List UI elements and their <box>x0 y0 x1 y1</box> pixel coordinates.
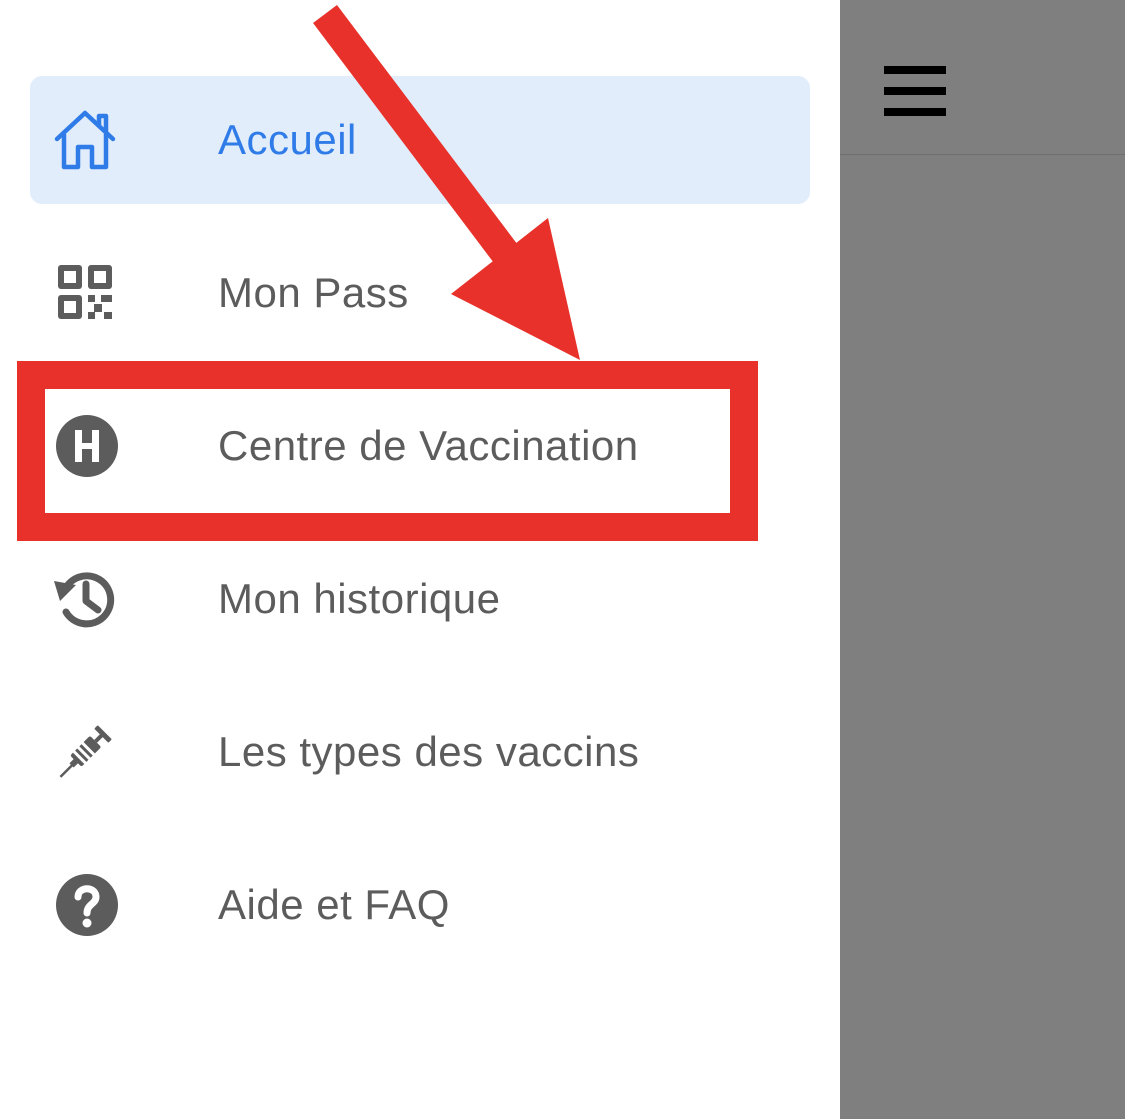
home-icon <box>52 108 118 172</box>
hamburger-menu-icon[interactable] <box>884 62 946 116</box>
menu-item-centre-de-vaccination[interactable]: Centre de Vaccination <box>30 382 810 510</box>
menu-item-label: Mon Pass <box>218 269 409 316</box>
menu-item-label: Les types des vaccins <box>218 728 640 775</box>
dimmed-backdrop[interactable] <box>840 0 1125 1119</box>
menu-item-mon-historique[interactable]: Mon historique <box>30 535 810 663</box>
hospital-icon <box>52 414 118 478</box>
menu-item-accueil[interactable]: Accueil <box>30 76 810 204</box>
qr-code-icon <box>52 261 118 325</box>
menu-item-label: Aide et FAQ <box>218 881 450 928</box>
menu-item-mon-pass[interactable]: Mon Pass <box>30 229 810 357</box>
menu-item-label: Mon historique <box>218 575 501 622</box>
navigation-drawer: Accueil Mon Pass Centre de Vaccination M… <box>0 0 840 1119</box>
menu-item-types-des-vaccins[interactable]: Les types des vaccins <box>30 688 810 816</box>
menu-item-aide-et-faq[interactable]: Aide et FAQ <box>30 841 810 969</box>
menu-item-label: Centre de Vaccination <box>218 422 639 469</box>
menu-item-label: Accueil <box>218 116 357 163</box>
syringe-icon <box>52 720 118 784</box>
app-header <box>840 0 1125 155</box>
help-icon <box>52 873 118 937</box>
history-icon <box>52 567 118 631</box>
